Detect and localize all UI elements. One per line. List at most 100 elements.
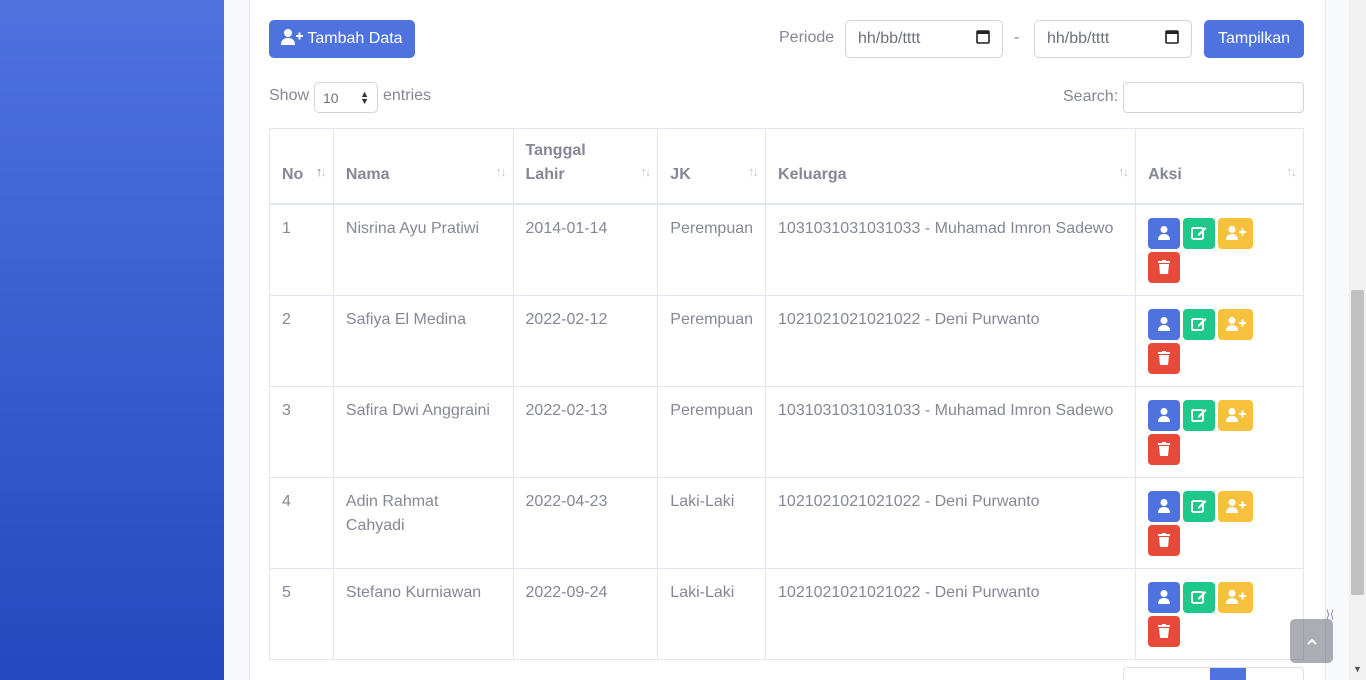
cell-keluarga: 1021021021021022 - Deni Purwanto [765, 294, 1137, 387]
entries-label: entries [383, 87, 432, 104]
user-icon [1158, 317, 1171, 331]
delete-button[interactable] [1148, 251, 1181, 283]
user-icon [1158, 590, 1171, 604]
column-header-no[interactable]: No ↑↓ [269, 128, 334, 205]
cell-aksi [1135, 567, 1304, 660]
edit-button[interactable] [1183, 581, 1216, 613]
show-label: Show [269, 87, 310, 104]
cell-jk: Perempuan [657, 385, 767, 478]
cell-keluarga: 1021021021021022 - Deni Purwanto [765, 476, 1137, 569]
trash-icon [1158, 442, 1171, 456]
edit-button[interactable] [1183, 490, 1216, 522]
cell-jk: Laki-Laki [657, 476, 767, 569]
edit-icon [1191, 500, 1207, 513]
cell-no: 5 [269, 567, 334, 660]
scrollbar[interactable]: ▼ [1349, 0, 1366, 680]
add-family-button[interactable] [1218, 399, 1254, 431]
edit-button[interactable] [1183, 217, 1216, 249]
cell-tanggal-lahir: 2014-01-14 [512, 203, 659, 296]
cell-aksi [1135, 294, 1304, 387]
trash-icon [1158, 624, 1171, 638]
edit-button[interactable] [1183, 399, 1216, 431]
date-to-input[interactable]: hh/bb/tttt [1034, 20, 1192, 58]
sort-asc-icon: ↑↓ [315, 163, 327, 179]
edit-button[interactable] [1183, 308, 1216, 340]
table-row: 2 Safiya El Medina 2022-02-12 Perempuan … [269, 294, 1304, 387]
user-plus-icon [281, 28, 304, 50]
cell-jk: Perempuan [657, 203, 767, 296]
cell-no: 2 [269, 294, 334, 387]
edit-icon [1191, 318, 1207, 331]
trash-icon [1158, 533, 1171, 547]
user-plus-icon [1225, 317, 1246, 331]
detail-button[interactable] [1148, 399, 1181, 431]
cell-tanggal-lahir: 2022-04-23 [512, 476, 659, 569]
cell-nama: Safira Dwi Anggraini [332, 385, 514, 478]
calendar-icon[interactable] [976, 29, 990, 49]
user-plus-icon [1225, 590, 1246, 604]
add-family-button[interactable] [1218, 217, 1254, 249]
add-family-button[interactable] [1218, 490, 1254, 522]
detail-button[interactable] [1148, 308, 1181, 340]
add-data-label: Tambah Data [307, 30, 403, 47]
cell-no: 3 [269, 385, 334, 478]
data-table: No ↑↓ Nama ↑↓ Tanggal Lahir ↑↓ JK ↑↓ Keluarg… [269, 128, 1304, 660]
search-input[interactable] [1123, 82, 1304, 113]
add-data-button[interactable]: Tambah Data [269, 20, 415, 58]
sort-icon: ↑↓ [748, 163, 759, 179]
add-family-button[interactable] [1218, 581, 1254, 613]
user-plus-icon [1225, 499, 1246, 513]
scroll-to-top-button[interactable] [1290, 619, 1333, 663]
table-row: 1 Nisrina Ayu Pratiwi 2014-01-14 Perempu… [269, 203, 1304, 296]
calendar-icon[interactable] [1165, 29, 1179, 49]
trash-icon [1158, 260, 1171, 274]
edit-icon [1191, 227, 1207, 240]
sort-icon: ↑↓ [1118, 163, 1129, 179]
detail-button[interactable] [1148, 581, 1181, 613]
cell-aksi [1135, 476, 1304, 569]
detail-button[interactable] [1148, 490, 1181, 522]
cell-nama: Stefano Kurniawan [332, 567, 514, 660]
date-to-placeholder: hh/bb/tttt [1047, 30, 1110, 47]
search-label: Search: [1063, 88, 1119, 105]
column-header-aksi[interactable]: Aksi ↑↓ [1135, 128, 1304, 205]
trash-icon [1158, 351, 1171, 365]
entries-select[interactable]: 10 ▲ ▼ [314, 82, 378, 113]
user-icon [1158, 408, 1171, 422]
delete-button[interactable] [1148, 342, 1181, 374]
date-from-placeholder: hh/bb/tttt [858, 30, 921, 47]
cell-no: 1 [269, 203, 334, 296]
cell-nama: Nisrina Ayu Pratiwi [332, 203, 514, 296]
cell-aksi [1135, 385, 1304, 478]
user-plus-icon [1225, 408, 1246, 422]
cell-keluarga: 1031031031031033 - Muhamad Imron Sadewo [765, 385, 1137, 478]
column-header-keluarga[interactable]: Keluarga ↑↓ [765, 128, 1137, 205]
column-header-jk[interactable]: JK ↑↓ [657, 128, 767, 205]
cell-tanggal-lahir: 2022-02-12 [512, 294, 659, 387]
add-family-button[interactable] [1218, 308, 1254, 340]
delete-button[interactable] [1148, 524, 1181, 556]
column-header-nama[interactable]: Nama ↑↓ [332, 128, 514, 205]
delete-button[interactable] [1148, 433, 1181, 465]
scroll-down-arrow-icon[interactable]: ▼ [1353, 664, 1362, 674]
table-header-row: No ↑↓ Nama ↑↓ Tanggal Lahir ↑↓ JK ↑↓ Keluarg… [269, 128, 1304, 205]
column-header-tanggal-lahir[interactable]: Tanggal Lahir ↑↓ [512, 128, 659, 205]
date-from-input[interactable]: hh/bb/tttt [845, 20, 1003, 58]
scrollbar-thumb[interactable] [1351, 290, 1364, 595]
cell-keluarga: 1021021021021022 - Deni Purwanto [765, 567, 1137, 660]
table-row: 4 Adin Rahmat Cahyadi 2022-04-23 Laki-La… [269, 476, 1304, 569]
cell-jk: Laki-Laki [657, 567, 767, 660]
pagination-active-page[interactable] [1210, 668, 1246, 680]
cell-nama: Adin Rahmat Cahyadi [332, 476, 514, 569]
cell-jk: Perempuan [657, 294, 767, 387]
cell-tanggal-lahir: 2022-02-13 [512, 385, 659, 478]
pagination[interactable] [1123, 667, 1304, 680]
user-icon [1158, 226, 1171, 240]
chevron-up-icon [1306, 638, 1317, 645]
delete-button[interactable] [1148, 615, 1181, 647]
show-button[interactable]: Tampilkan [1204, 20, 1304, 58]
detail-button[interactable] [1148, 217, 1181, 249]
periode-label: Periode [779, 29, 835, 46]
cell-nama: Safiya El Medina [332, 294, 514, 387]
select-arrows-icon: ▲ ▼ [360, 88, 369, 106]
